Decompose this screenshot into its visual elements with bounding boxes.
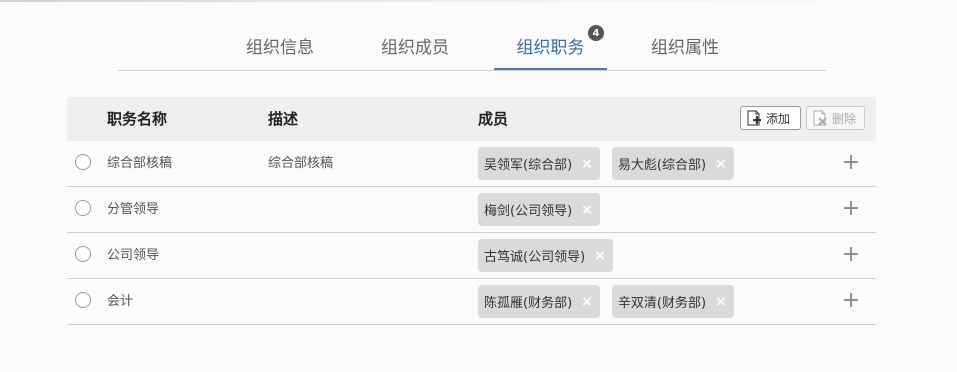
position-name: 分管领导 xyxy=(107,202,160,217)
member-chip: 古笃诚(公司领导) × xyxy=(478,239,613,272)
table-row: 综合部核稿 综合部核稿 吴领军(综合部) × 易大彪(综合部) × + xyxy=(67,141,876,187)
add-document-icon xyxy=(747,110,761,126)
positions-table: 职务名称 描述 成员 添加 删除 综合部核稿 综合部核稿 吴领军(综合部) × … xyxy=(67,97,876,325)
member-name: 辛双清(财务部) xyxy=(617,296,707,311)
tab-org-info[interactable]: 组织信息 xyxy=(226,22,334,69)
row-select-radio[interactable] xyxy=(75,200,91,216)
tab-label: 组织属性 xyxy=(651,38,719,58)
member-chips: 陈孤雁(财务部) × 辛双清(财务部) × xyxy=(478,285,746,318)
tab-label: 组织成员 xyxy=(381,38,449,58)
member-chips: 吴领军(综合部) × 易大彪(综合部) × xyxy=(478,147,746,180)
table-header: 职务名称 描述 成员 添加 删除 xyxy=(67,97,876,141)
header-description: 描述 xyxy=(268,110,299,128)
member-chip: 易大彪(综合部) × xyxy=(611,147,734,180)
top-divider xyxy=(0,0,957,2)
remove-member-icon[interactable]: × xyxy=(715,294,727,310)
member-chip: 吴领军(综合部) × xyxy=(478,147,600,180)
member-name: 古笃诚(公司领导) xyxy=(484,250,586,265)
member-name: 吴领军(综合部) xyxy=(484,158,573,173)
add-button[interactable]: 添加 xyxy=(740,106,801,130)
member-name: 陈孤雁(财务部) xyxy=(484,296,573,311)
position-description: 综合部核稿 xyxy=(268,156,334,171)
member-name: 易大彪(综合部) xyxy=(617,158,707,173)
add-member-icon[interactable]: + xyxy=(841,290,861,312)
position-name: 会计 xyxy=(107,294,134,309)
row-select-radio[interactable] xyxy=(75,292,91,308)
delete-button-label: 删除 xyxy=(832,111,857,126)
member-chips: 古笃诚(公司领导) × xyxy=(478,239,625,272)
tab-count-badge: 4 xyxy=(588,25,604,41)
tab-bar: 组织信息 组织成员 组织职务 4 组织属性 xyxy=(118,22,826,71)
header-members: 成员 xyxy=(478,110,509,128)
tab-org-positions[interactable]: 组织职务 4 xyxy=(494,22,607,70)
remove-member-icon[interactable]: × xyxy=(581,202,593,218)
tab-label: 组织职务 xyxy=(516,37,585,58)
position-name: 综合部核稿 xyxy=(107,156,173,171)
remove-member-icon[interactable]: × xyxy=(581,294,593,310)
delete-document-icon xyxy=(813,110,827,126)
tab-org-members[interactable]: 组织成员 xyxy=(361,22,469,69)
delete-button[interactable]: 删除 xyxy=(806,106,865,130)
add-member-icon[interactable]: + xyxy=(841,244,861,266)
remove-member-icon[interactable]: × xyxy=(581,156,593,172)
remove-member-icon[interactable]: × xyxy=(594,248,606,264)
tab-org-attributes[interactable]: 组织属性 xyxy=(631,22,739,69)
add-member-icon[interactable]: + xyxy=(841,198,861,220)
member-chip: 辛双清(财务部) × xyxy=(611,285,734,318)
header-position-name: 职务名称 xyxy=(107,110,168,128)
row-select-radio[interactable] xyxy=(75,154,91,170)
table-row: 分管领导 梅剑(公司领导) × + xyxy=(67,187,876,233)
add-button-label: 添加 xyxy=(766,111,791,126)
member-name: 梅剑(公司领导) xyxy=(484,204,573,219)
add-member-icon[interactable]: + xyxy=(841,152,861,174)
table-row: 会计 陈孤雁(财务部) × 辛双清(财务部) × + xyxy=(67,279,876,325)
member-chip: 梅剑(公司领导) × xyxy=(478,193,600,226)
member-chips: 梅剑(公司领导) × xyxy=(478,193,612,226)
table-row: 公司领导 古笃诚(公司领导) × + xyxy=(67,233,876,279)
position-name: 公司领导 xyxy=(107,248,160,263)
row-select-radio[interactable] xyxy=(75,246,91,262)
member-chip: 陈孤雁(财务部) × xyxy=(478,285,600,318)
tab-label: 组织信息 xyxy=(246,38,314,58)
remove-member-icon[interactable]: × xyxy=(715,156,727,172)
